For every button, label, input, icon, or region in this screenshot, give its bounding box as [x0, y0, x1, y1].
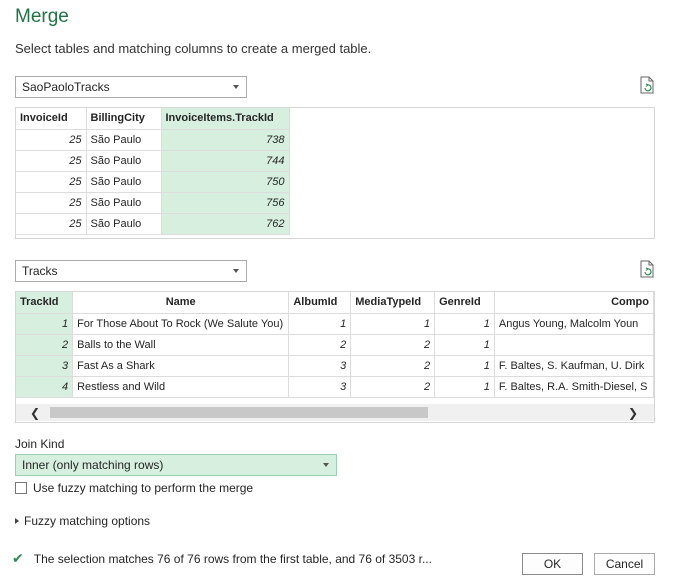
column-header-trackid[interactable]: TrackId: [16, 292, 74, 314]
table-cell: 1: [434, 376, 495, 398]
table-cell: For Those About To Rock (We Salute You): [72, 313, 290, 335]
column-header-invoiceid[interactable]: InvoiceId: [16, 108, 87, 130]
table-cell: 4: [16, 376, 74, 398]
column-header-genreid[interactable]: GenreId: [434, 292, 495, 314]
match-status: ✔ The selection matches 76 of 76 rows fr…: [12, 550, 432, 567]
column-header-composer[interactable]: Compo: [494, 292, 654, 314]
table-cell: F. Baltes, R.A. Smith-Diesel, S: [494, 376, 654, 398]
table-row: 3 Fast As a Shark 3 2 1 F. Baltes, S. Ka…: [16, 355, 654, 377]
join-kind-label: Join Kind: [15, 437, 65, 451]
table-cell: 2: [350, 334, 436, 356]
table-cell: 2: [16, 334, 74, 356]
table-cell: São Paulo: [86, 213, 162, 235]
column-header-name[interactable]: Name: [72, 292, 290, 314]
ok-button[interactable]: OK: [522, 553, 583, 575]
table-row: 25 São Paulo 744: [16, 150, 290, 172]
fuzzy-options-expander[interactable]: Fuzzy matching options: [15, 514, 150, 528]
table-cell: 2: [288, 334, 352, 356]
table-cell: [494, 334, 654, 356]
table-cell: 756: [161, 192, 290, 214]
column-header-billingcity[interactable]: BillingCity: [86, 108, 162, 130]
table-row: 1 For Those About To Rock (We Salute You…: [16, 313, 654, 335]
table-cell: 1: [288, 313, 352, 335]
table-row: 2 Balls to the Wall 2 2 1: [16, 334, 654, 356]
table-cell: 3: [288, 376, 352, 398]
join-kind-selected: Inner (only matching rows): [22, 458, 164, 472]
scrollbar-thumb[interactable]: [50, 407, 428, 418]
table-cell: 25: [16, 213, 87, 235]
first-table-preview: InvoiceId BillingCity InvoiceItems.Track…: [15, 107, 655, 239]
table-cell: 25: [16, 129, 87, 151]
first-table-selected: SaoPaoloTracks: [22, 80, 110, 94]
second-table-dropdown[interactable]: Tracks: [15, 260, 247, 282]
match-status-text: The selection matches 76 of 76 rows from…: [33, 551, 432, 566]
fuzzy-options-label: Fuzzy matching options: [24, 514, 151, 528]
table-cell: Balls to the Wall: [72, 334, 290, 356]
fuzzy-matching-option[interactable]: Use fuzzy matching to perform the merge: [15, 481, 253, 495]
expand-triangle-icon: [15, 518, 19, 524]
table-cell: 1: [434, 355, 495, 377]
table-row: 25 São Paulo 750: [16, 171, 290, 193]
fuzzy-matching-label: Use fuzzy matching to perform the merge: [33, 481, 254, 495]
chevron-down-icon: [233, 85, 239, 89]
column-header-mediatypeid[interactable]: MediaTypeId: [350, 292, 436, 314]
table-cell: 2: [350, 355, 436, 377]
join-kind-dropdown[interactable]: Inner (only matching rows): [15, 454, 337, 476]
table-cell: 1: [16, 313, 74, 335]
table-cell: Restless and Wild: [72, 376, 290, 398]
refresh-preview-icon[interactable]: [639, 76, 655, 94]
fuzzy-matching-checkbox[interactable]: [15, 482, 27, 494]
horizontal-scrollbar[interactable]: ❮ ❯: [16, 404, 654, 421]
checkmark-icon: ✔: [12, 550, 24, 566]
cancel-button[interactable]: Cancel: [594, 553, 655, 575]
dialog-title: Merge: [15, 6, 69, 27]
table-cell: 25: [16, 192, 87, 214]
first-table-dropdown[interactable]: SaoPaoloTracks: [15, 76, 247, 98]
table-cell: 738: [161, 129, 290, 151]
table-row: 4 Restless and Wild 3 2 1 F. Baltes, R.A…: [16, 376, 654, 398]
scroll-right-icon[interactable]: ❯: [628, 406, 638, 420]
table-cell: 3: [288, 355, 352, 377]
second-table-selected: Tracks: [22, 264, 58, 278]
table-cell: São Paulo: [86, 171, 162, 193]
scroll-left-icon[interactable]: ❮: [30, 406, 40, 420]
table-cell: 744: [161, 150, 290, 172]
table-cell: 25: [16, 150, 87, 172]
table-cell: 1: [350, 313, 436, 335]
table-cell: 750: [161, 171, 290, 193]
refresh-preview-icon[interactable]: [639, 260, 655, 278]
table-cell: São Paulo: [86, 150, 162, 172]
table-cell: São Paulo: [86, 129, 162, 151]
table-cell: F. Baltes, S. Kaufman, U. Dirk: [494, 355, 654, 377]
table-cell: São Paulo: [86, 192, 162, 214]
chevron-down-icon: [323, 463, 329, 467]
column-header-albumid[interactable]: AlbumId: [288, 292, 352, 314]
table-cell: 2: [350, 376, 436, 398]
table-cell: 1: [434, 313, 495, 335]
table-cell: 25: [16, 171, 87, 193]
column-header-invoiceitems-trackid[interactable]: InvoiceItems.TrackId: [161, 108, 290, 130]
table-cell: 1: [434, 334, 495, 356]
chevron-down-icon: [233, 269, 239, 273]
table-cell: Fast As a Shark: [72, 355, 290, 377]
table-cell: Angus Young, Malcolm Youn: [494, 313, 654, 335]
table-cell: 762: [161, 213, 290, 235]
table-cell: 3: [16, 355, 74, 377]
table-row: 25 São Paulo 756: [16, 192, 290, 214]
table-row: 25 São Paulo 738: [16, 129, 290, 151]
table-row: 25 São Paulo 762: [16, 213, 290, 235]
dialog-subtitle: Select tables and matching columns to cr…: [15, 41, 372, 56]
